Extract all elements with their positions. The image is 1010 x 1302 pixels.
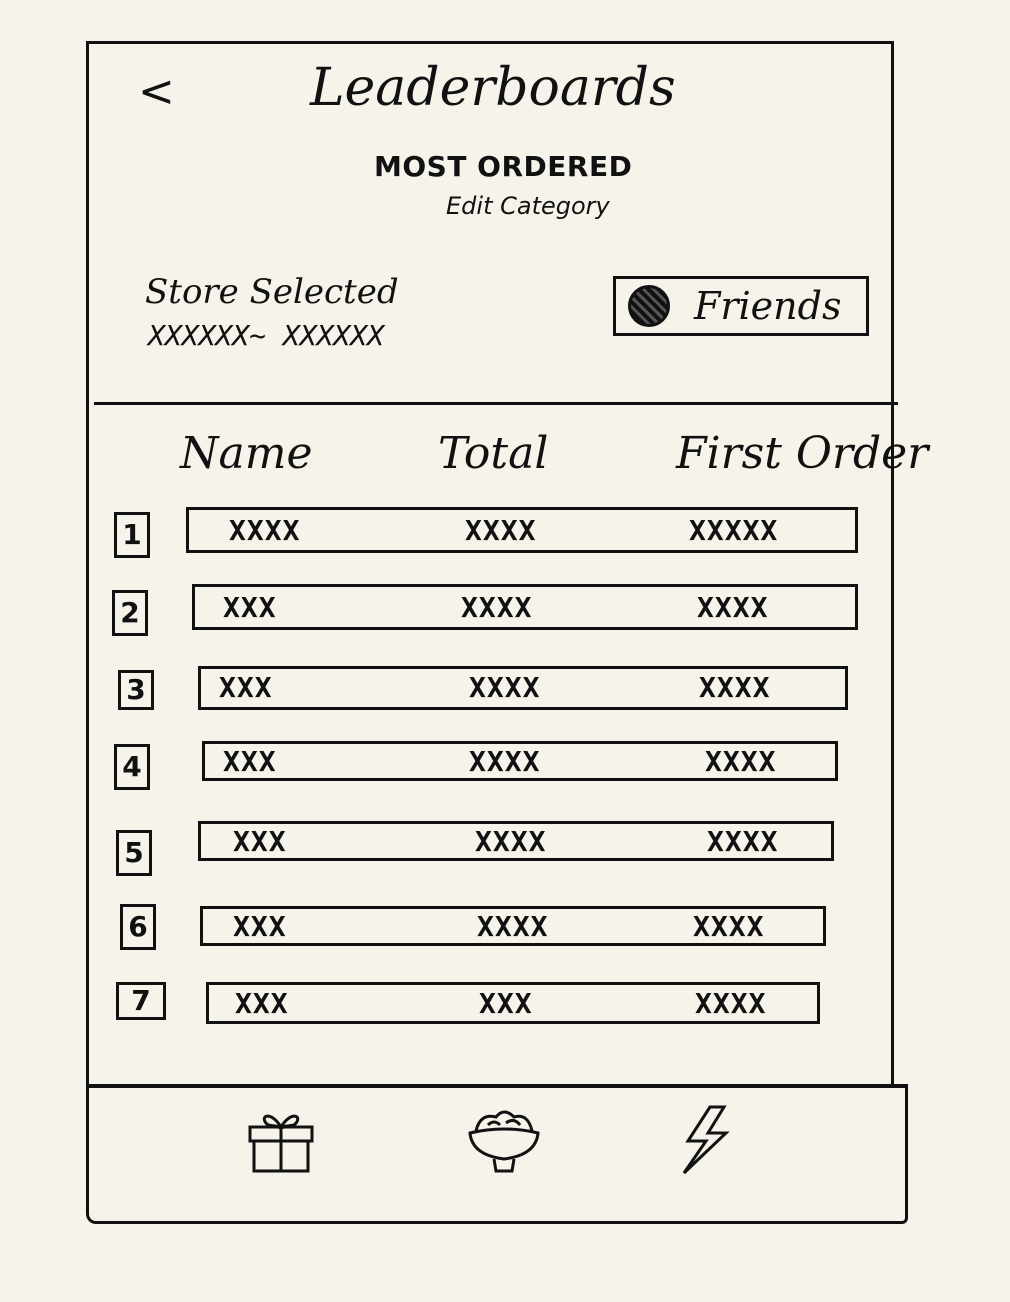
row-total: XXX: [479, 987, 533, 1020]
row-name: XXX: [235, 987, 289, 1020]
friends-label: Friends: [694, 284, 842, 328]
row-name: XXX: [223, 591, 277, 624]
edit-category-link[interactable]: Edit Category: [446, 192, 610, 220]
row-total: XXXX: [469, 745, 541, 778]
leaderboard-row[interactable]: XXX XXXX XXXX: [192, 584, 858, 630]
row-first-order: XXXX: [705, 745, 777, 778]
leaderboard-row[interactable]: XXX XXXX XXXX: [202, 741, 838, 781]
leaderboard-row[interactable]: XXX XXX XXXX: [206, 982, 820, 1024]
row-name: XXX: [219, 671, 273, 704]
row-total: XXXX: [461, 591, 533, 624]
food-bowl-icon[interactable]: [466, 1105, 540, 1175]
lightning-icon[interactable]: [676, 1105, 746, 1175]
rank-badge: 5: [116, 830, 152, 876]
row-first-order: XXXXX: [689, 514, 779, 547]
store-selected-label: Store Selected: [145, 272, 399, 312]
gift-icon[interactable]: [246, 1105, 316, 1175]
rank-badge: 7: [116, 982, 166, 1020]
leaderboard-row[interactable]: XXX XXXX XXXX: [200, 906, 826, 946]
friends-toggle[interactable]: Friends: [613, 276, 869, 336]
row-total: XXXX: [475, 825, 547, 858]
store-selected-value[interactable]: XXXXXX~ XXXXXX: [148, 320, 388, 352]
row-total: XXXX: [465, 514, 537, 547]
row-first-order: XXXX: [707, 825, 779, 858]
row-first-order: XXXX: [699, 671, 771, 704]
column-header-name: Name: [180, 428, 313, 479]
rank-badge: 4: [114, 744, 150, 790]
row-name: XXX: [233, 825, 287, 858]
row-name: XXX: [223, 745, 277, 778]
rank-badge: 6: [120, 904, 156, 950]
row-name: XXXX: [229, 514, 301, 547]
row-name: XXX: [233, 910, 287, 943]
leaderboard-row[interactable]: XXX XXXX XXXX: [198, 821, 834, 861]
row-total: XXXX: [477, 910, 549, 943]
section-divider: [94, 402, 898, 405]
chevron-left-icon[interactable]: <: [138, 70, 178, 114]
column-header-total: Total: [438, 428, 549, 479]
radio-selected-icon[interactable]: [628, 285, 670, 327]
page-title: Leaderboards: [310, 58, 676, 118]
category-title: MOST ORDERED: [374, 150, 633, 183]
row-total: XXXX: [469, 671, 541, 704]
rank-badge: 3: [118, 670, 154, 710]
rank-badge: 1: [114, 512, 150, 558]
rank-badge: 2: [112, 590, 148, 636]
row-first-order: XXXX: [697, 591, 769, 624]
row-first-order: XXXX: [693, 910, 765, 943]
column-header-first-order: First Order: [676, 428, 929, 479]
leaderboard-row[interactable]: XXX XXXX XXXX: [198, 666, 848, 710]
row-first-order: XXXX: [695, 987, 767, 1020]
leaderboard-row[interactable]: XXXX XXXX XXXXX: [186, 507, 858, 553]
